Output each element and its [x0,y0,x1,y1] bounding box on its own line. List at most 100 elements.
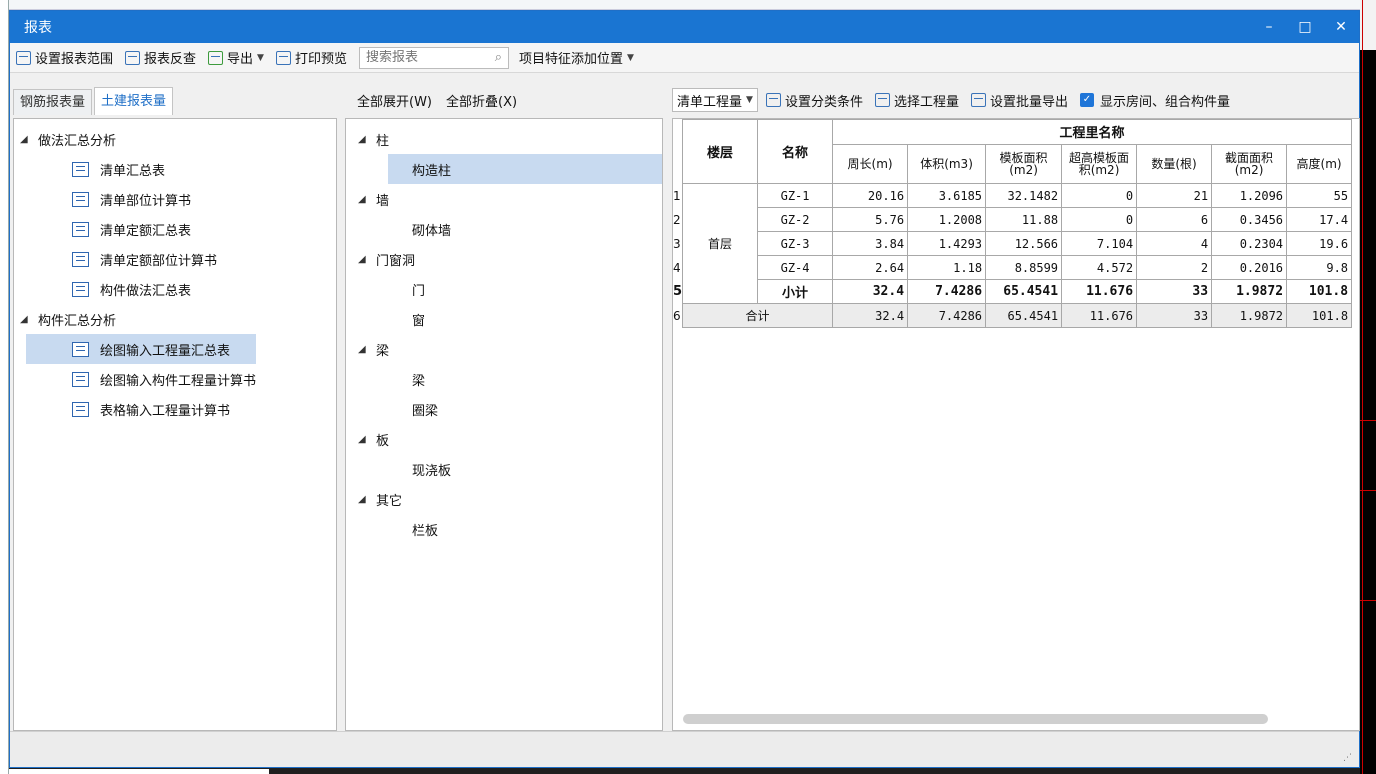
set-category-button[interactable]: 设置分类条件 [765,91,863,110]
report-search-input[interactable] [365,50,476,65]
tree-group-door-window[interactable]: ◢ 门窗洞 [358,244,662,274]
tree-group-method-summary[interactable]: ◢ 做法汇总分析 [20,124,336,154]
expand-all-button[interactable]: 全部展开(W) [357,91,432,110]
value-cell[interactable]: 6 [1136,207,1213,232]
value-cell[interactable]: 32.1482 [985,183,1063,208]
value-cell[interactable]: 1.2008 [907,207,987,232]
subtotal-label[interactable]: 小计 [757,279,834,304]
tree-item[interactable]: 窗 [358,304,662,334]
value-cell[interactable]: 11.676 [1061,279,1138,304]
tree-item[interactable]: 门 [358,274,662,304]
name-cell[interactable]: GZ-2 [757,207,834,232]
value-cell[interactable]: 0.3456 [1211,207,1288,232]
header-overheight-formwork[interactable]: 超高模板面积(m2) [1061,143,1138,185]
value-cell[interactable]: 0 [1061,207,1138,232]
report-item[interactable]: 清单部位计算书 [20,184,336,214]
total-row[interactable]: 6 合计 32.4 7.4286 65.4541 11.676 33 1.987… [673,303,1353,328]
batch-export-button[interactable]: 设置批量导出 [970,91,1068,110]
tree-item[interactable]: 现浇板 [358,454,662,484]
table-row[interactable]: 4 GZ-4 2.64 1.18 8.8599 4.572 2 0.2016 9… [673,255,1353,280]
tab-civil-report[interactable]: 土建报表量 [94,87,174,115]
value-cell[interactable]: 9.8 [1286,255,1353,280]
value-cell[interactable]: 101.8 [1286,279,1353,304]
report-item[interactable]: 表格输入工程量计算书 [20,394,336,424]
value-cell[interactable]: 4 [1136,231,1213,256]
value-cell[interactable]: 4.572 [1061,255,1138,280]
report-item[interactable]: 绘图输入构件工程量计算书 [20,364,336,394]
table-row[interactable]: 3 GZ-3 3.84 1.4293 12.566 7.104 4 0.2304… [673,231,1353,256]
tree-group-other[interactable]: ◢ 其它 [358,484,662,514]
name-cell[interactable]: GZ-3 [757,231,834,256]
tree-item[interactable]: 砌体墙 [358,214,662,244]
header-section-area[interactable]: 截面面积(m2) [1211,143,1288,185]
search-icon[interactable]: ⌕ [495,50,502,65]
table-row[interactable]: 2 GZ-2 5.76 1.2008 11.88 0 6 0.3456 17.4 [673,207,1353,232]
tree-item-selected[interactable]: 构造柱 [388,154,662,184]
value-cell[interactable]: 7.4286 [907,279,987,304]
value-cell[interactable]: 1.18 [907,255,987,280]
value-cell[interactable]: 1.4293 [907,231,987,256]
value-cell[interactable]: 1.2096 [1211,183,1288,208]
value-cell[interactable]: 11.88 [985,207,1063,232]
print-preview-button[interactable]: 打印预览 [275,48,347,67]
value-cell[interactable]: 2 [1136,255,1213,280]
collapse-all-button[interactable]: 全部折叠(X) [446,91,517,110]
value-cell[interactable]: 2.64 [832,255,909,280]
value-cell[interactable]: 32.4 [832,303,909,328]
quantity-type-select[interactable]: 清单工程量 ▼ [672,88,758,112]
floor-cell[interactable]: 首层 [682,183,759,304]
name-cell[interactable]: GZ-1 [757,183,834,208]
header-volume[interactable]: 体积(m3) [907,143,987,185]
tree-item[interactable]: 栏板 [358,514,662,544]
value-cell[interactable]: 5.76 [832,207,909,232]
tree-item[interactable]: 梁 [358,364,662,394]
value-cell[interactable]: 101.8 [1286,303,1353,328]
value-cell[interactable]: 12.566 [985,231,1063,256]
show-rooms-checkbox[interactable]: ✓ 显示房间、组合构件量 [1079,91,1230,110]
value-cell[interactable]: 65.4541 [985,303,1063,328]
header-height[interactable]: 高度(m) [1286,143,1353,185]
tree-group-component-summary[interactable]: ◢ 构件汇总分析 [20,304,336,334]
value-cell[interactable]: 8.8599 [985,255,1063,280]
tree-group-wall[interactable]: ◢ 墙 [358,184,662,214]
value-cell[interactable]: 0.2016 [1211,255,1288,280]
tree-item[interactable]: 圈梁 [358,394,662,424]
close-button[interactable]: ✕ [1323,19,1359,35]
value-cell[interactable]: 0 [1061,183,1138,208]
select-quantity-button[interactable]: 选择工程量 [874,91,959,110]
horizontal-scrollbar[interactable] [683,714,1268,724]
report-item[interactable]: 清单定额部位计算书 [20,244,336,274]
report-item[interactable]: 清单汇总表 [20,154,336,184]
tree-group-beam[interactable]: ◢ 梁 [358,334,662,364]
subtotal-row[interactable]: 5 小计 32.4 7.4286 65.4541 11.676 33 1.987… [673,279,1353,304]
header-name[interactable]: 名称 [757,119,834,184]
header-floor[interactable]: 楼层 [682,119,759,184]
report-item[interactable]: 清单定额汇总表 [20,214,336,244]
value-cell[interactable]: 17.4 [1286,207,1353,232]
value-cell[interactable]: 55 [1286,183,1353,208]
header-formwork-area[interactable]: 模板面积(m2) [985,143,1063,185]
header-count[interactable]: 数量(根) [1136,143,1213,185]
report-item[interactable]: 构件做法汇总表 [20,274,336,304]
resize-grip-icon[interactable]: ⋰ [1343,753,1353,763]
value-cell[interactable]: 3.6185 [907,183,987,208]
set-range-button[interactable]: 设置报表范围 [16,48,113,67]
value-cell[interactable]: 20.16 [832,183,909,208]
value-cell[interactable]: 0.2304 [1211,231,1288,256]
tree-group-column[interactable]: ◢ 柱 [358,124,662,154]
item-feature-position-dropdown[interactable]: 项目特征添加位置 ▼ [519,48,634,67]
value-cell[interactable]: 1.9872 [1211,279,1288,304]
tab-rebar-report[interactable]: 钢筋报表量 [13,89,93,115]
table-row[interactable]: 1 首层 GZ-1 20.16 3.6185 32.1482 0 21 1.20… [673,183,1353,304]
tree-group-slab[interactable]: ◢ 板 [358,424,662,454]
minimize-button[interactable]: – [1251,19,1287,35]
value-cell[interactable]: 33 [1136,303,1213,328]
value-cell[interactable]: 7.104 [1061,231,1138,256]
name-cell[interactable]: GZ-4 [757,255,834,280]
value-cell[interactable]: 3.84 [832,231,909,256]
report-item-selected[interactable]: 绘图输入工程量汇总表 [26,334,256,364]
value-cell[interactable]: 7.4286 [907,303,987,328]
value-cell[interactable]: 21 [1136,183,1213,208]
value-cell[interactable]: 33 [1136,279,1213,304]
value-cell[interactable]: 32.4 [832,279,909,304]
